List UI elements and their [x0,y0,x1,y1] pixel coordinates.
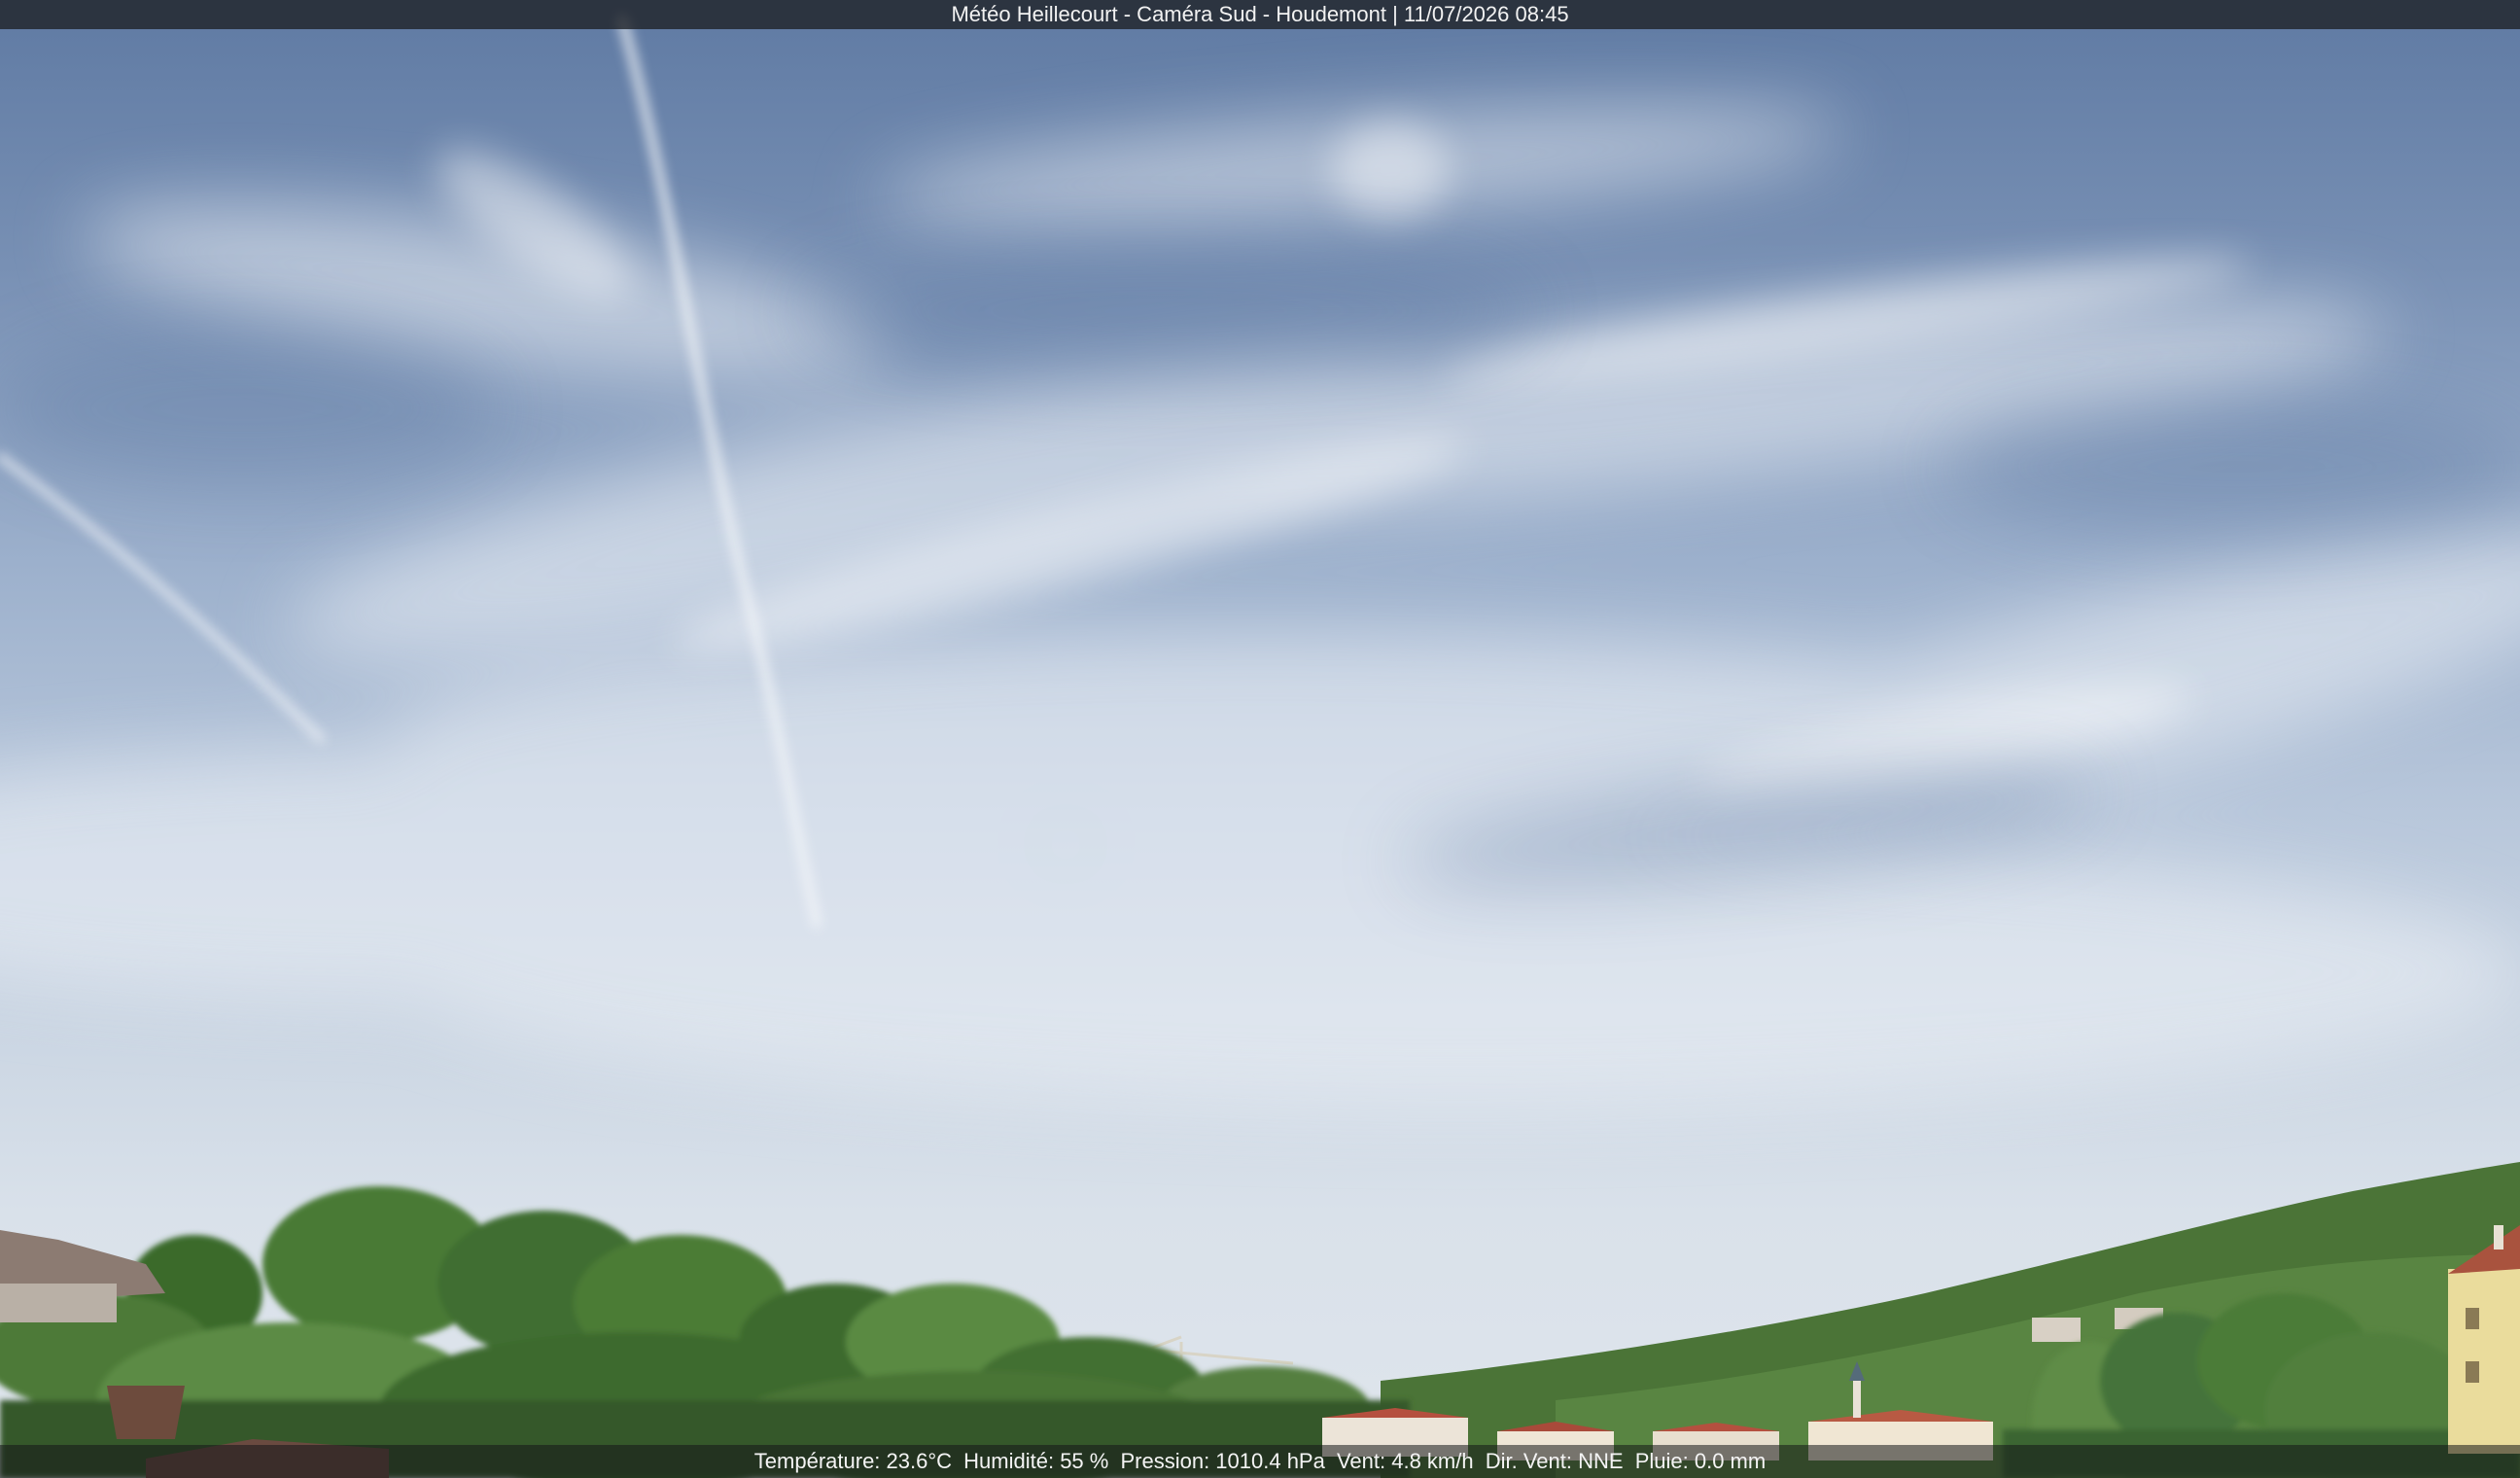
wind-direction-reading: Dir. Vent: NNE [1485,1449,1624,1473]
humidity-reading: Humidité: 55 % [963,1449,1109,1473]
camera-title: Météo Heillecourt - Caméra Sud - Houdemo… [951,2,1569,26]
webcam-frame: Météo Heillecourt - Caméra Sud - Houdemo… [0,0,2520,1478]
temperature-reading: Température: 23.6°C [753,1449,953,1473]
rain-reading: Pluie: 0.0 mm [1634,1449,1767,1473]
wind-speed-reading: Vent: 4.8 km/h [1336,1449,1474,1473]
trees-left [0,1186,1410,1478]
camera-title-overlay: Météo Heillecourt - Caméra Sud - Houdemo… [0,0,2520,29]
pressure-reading: Pression: 1010.4 hPa [1120,1449,1325,1473]
weather-info-overlay: Température: 23.6°C Humidité: 55 % Press… [0,1445,2520,1478]
landscape [0,1162,2520,1478]
